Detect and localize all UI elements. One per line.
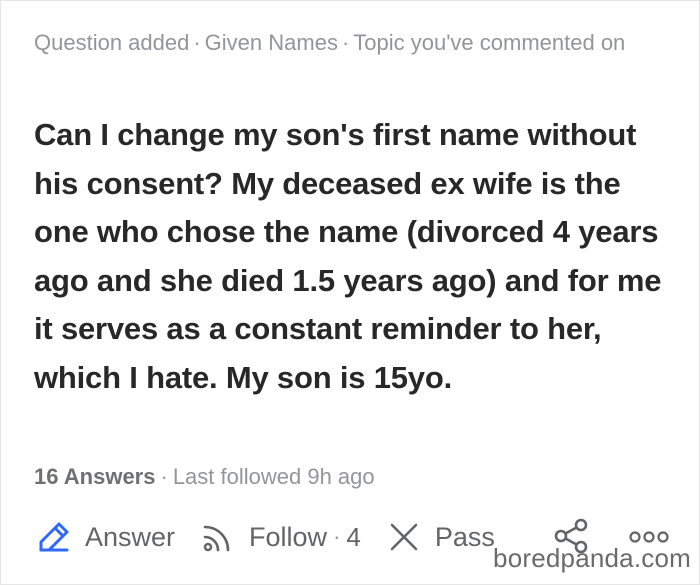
question-stats: 16 Answers · Last followed 9h ago: [34, 461, 375, 493]
question-card: Question added · Given Names · Topic you've …: [0, 0, 700, 585]
stats-separator: ·: [160, 464, 168, 489]
meta-topic-link[interactable]: Given Names: [205, 30, 338, 55]
follow-button[interactable]: Follow · 4: [201, 520, 361, 554]
answer-label: Answer: [85, 521, 176, 552]
follow-separator: ·: [333, 524, 341, 549]
action-bar: Answer Follow · 4 Pass: [37, 515, 521, 559]
last-followed: Last followed 9h ago: [172, 464, 375, 489]
meta-separator: ·: [193, 30, 201, 55]
pass-x-icon: [387, 520, 421, 554]
pencil-edit-icon: [37, 520, 71, 554]
meta-separator: ·: [341, 30, 350, 55]
follow-rss-icon: [201, 520, 235, 554]
question-title[interactable]: Can I change my son's first name without…: [34, 111, 674, 402]
watermark: boredpanda.com: [493, 543, 691, 573]
pass-label: Pass: [434, 521, 495, 552]
answers-count-link[interactable]: 16 Answers: [34, 464, 155, 489]
pass-button[interactable]: Pass: [387, 520, 495, 554]
question-meta: Question added · Given Names · Topic you've …: [34, 27, 644, 59]
meta-event: Question added: [34, 30, 190, 55]
answer-button[interactable]: Answer: [37, 520, 175, 554]
meta-context: Topic you've commented on: [353, 30, 626, 55]
follow-label: Follow: [249, 521, 328, 552]
follow-count: 4: [346, 521, 361, 552]
